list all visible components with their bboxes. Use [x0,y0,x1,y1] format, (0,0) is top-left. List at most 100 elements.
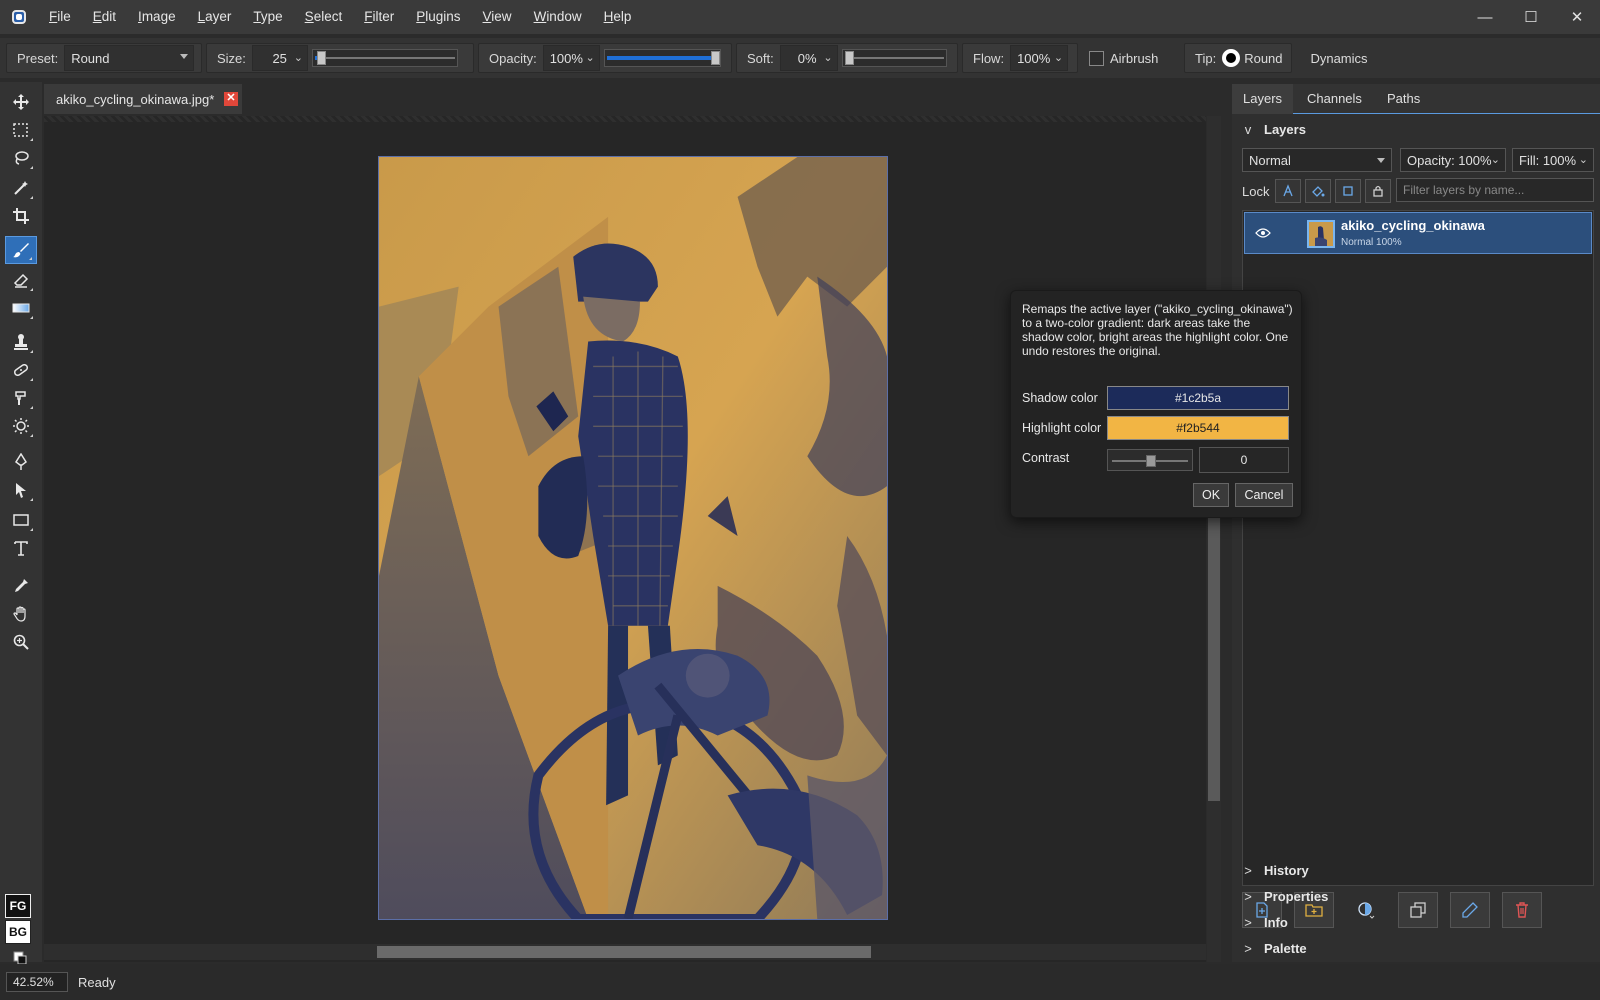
soft-select[interactable]: 0% ⌄ [779,45,838,71]
path-select-tool-icon[interactable] [5,476,37,504]
size-select[interactable]: 25 ⌄ [251,45,308,71]
layers-section-title: Layers [1264,121,1306,137]
move-tool-icon[interactable] [5,88,37,116]
background-color-swatch[interactable]: BG [5,920,31,944]
menu-file[interactable]: File [38,0,82,34]
layers-section-header[interactable]: v Layers [1232,116,1600,142]
palette-section-header[interactable]: > Palette [1232,935,1600,961]
lock-all-icon[interactable] [1365,179,1392,203]
horizontal-scroll-thumb[interactable] [377,946,871,958]
tab-layers[interactable]: Layers [1232,84,1294,114]
preset-label: Preset: [17,50,59,66]
history-section-header[interactable]: > History [1232,857,1600,883]
document-tab[interactable]: akiko_cycling_okinawa.jpg* ✕ [44,84,242,114]
maximize-button[interactable]: ☐ [1508,0,1554,34]
dodge-tool-icon[interactable] [5,412,37,440]
dynamics-button[interactable]: Dynamics [1296,43,1382,73]
ok-button[interactable]: OK [1193,483,1229,507]
expand-arrow-icon: > [1244,940,1252,956]
eyedropper-tool-icon[interactable] [5,572,37,600]
soft-slider[interactable] [841,49,947,67]
preset-select[interactable]: Round [64,45,195,71]
opacity-select[interactable]: 100% ⌄ [542,45,600,71]
shape-tool-icon[interactable] [5,506,37,534]
zoom-input[interactable]: 42.52% [6,972,68,992]
tab-channels[interactable]: Channels [1296,84,1373,114]
menu-layer[interactable]: Layer [187,0,243,34]
tip-group: Tip: Round [1184,43,1292,73]
hand-tool-icon[interactable] [5,600,37,628]
opacity-slider-thumb[interactable] [710,51,720,65]
info-section-title: Info [1264,914,1288,930]
foreground-color-swatch[interactable]: FG [5,894,31,918]
tab-paths[interactable]: Paths [1376,84,1431,114]
close-tab-icon[interactable]: ✕ [224,92,238,106]
contrast-slider[interactable] [1107,449,1193,471]
magic-wand-tool-icon[interactable] [5,174,37,202]
chevron-down-icon: ⌄ [585,52,595,64]
chevron-down-icon: ⌄ [1490,154,1500,166]
properties-section-header[interactable]: > Properties [1232,883,1600,909]
close-window-button[interactable]: ✕ [1554,0,1600,34]
eye-icon[interactable] [1255,227,1271,239]
menu-window[interactable]: Window [523,0,593,34]
menu-view[interactable]: View [472,0,523,34]
tip-value[interactable]: Round [1244,51,1282,66]
layer-row[interactable]: akiko_cycling_okinawa Normal 100% [1244,212,1592,254]
eraser-tool-icon[interactable] [5,266,37,294]
layer-thumbnail [1307,220,1335,248]
lock-position-icon[interactable] [1335,179,1362,203]
zoom-tool-icon[interactable] [5,628,37,656]
pen-tool-icon[interactable] [5,448,37,476]
canvas-image[interactable] [378,156,888,920]
dropdown-caret-icon [180,54,189,59]
horizontal-scrollbar[interactable] [44,944,1206,960]
blend-mode-select[interactable]: Normal [1242,148,1392,172]
app-window: File Edit Image Layer Type Select Filter… [0,0,1600,1000]
cancel-button[interactable]: Cancel [1235,483,1293,507]
gradient-tool-icon[interactable] [5,294,37,322]
menu-select[interactable]: Select [294,0,354,34]
opacity-slider[interactable] [603,49,721,67]
layer-filter-input[interactable]: Filter layers by name... [1396,178,1594,202]
flow-select[interactable]: 100% ⌄ [1010,45,1069,71]
type-tool-icon[interactable] [5,534,37,562]
info-section-header[interactable]: > Info [1232,909,1600,935]
layer-opacity-select[interactable]: Opacity: 100% ⌄ [1400,148,1506,172]
menu-edit[interactable]: Edit [82,0,127,34]
airbrush-checkbox[interactable] [1089,50,1104,66]
canvas-area[interactable] [44,116,1206,962]
soft-slider-thumb[interactable] [844,51,854,65]
clone-stamp-tool-icon[interactable] [5,328,37,356]
round-tip-icon[interactable] [1222,49,1241,67]
lock-pixels-icon[interactable] [1305,179,1332,203]
healing-tool-icon[interactable] [5,356,37,384]
minimize-button[interactable]: — [1462,0,1508,34]
contrast-input[interactable]: 0 [1199,447,1289,473]
highlight-color-button[interactable]: #f2b544 [1107,416,1289,440]
vertical-scrollbar[interactable] [1207,116,1221,962]
size-slider[interactable] [311,49,458,67]
lasso-tool-icon[interactable] [5,144,37,172]
airbrush-group[interactable]: Airbrush [1082,43,1170,73]
layer-fill-select[interactable]: Fill: 100% ⌄ [1512,148,1594,172]
menu-image[interactable]: Image [127,0,187,34]
flow-label: Flow: [973,50,1005,66]
menu-type[interactable]: Type [242,0,293,34]
smudge-tool-icon[interactable] [5,384,37,412]
menubar: File Edit Image Layer Type Select Filter… [0,0,1600,34]
menu-plugins[interactable]: Plugins [405,0,471,34]
status-text: Ready [78,974,116,990]
menu-filter[interactable]: Filter [353,0,405,34]
lock-row: Lock [1242,178,1392,204]
menu-help[interactable]: Help [593,0,643,34]
flow-group: Flow: 100% ⌄ [962,43,1078,73]
shadow-color-button[interactable]: #1c2b5a [1107,386,1289,410]
properties-section-title: Properties [1264,888,1329,904]
crop-tool-icon[interactable] [5,202,37,230]
contrast-slider-thumb[interactable] [1146,455,1156,467]
size-slider-thumb[interactable] [316,51,326,65]
marquee-tool-icon[interactable] [5,116,37,144]
brush-tool-icon[interactable] [5,236,37,264]
lock-transparency-icon[interactable] [1275,179,1302,203]
